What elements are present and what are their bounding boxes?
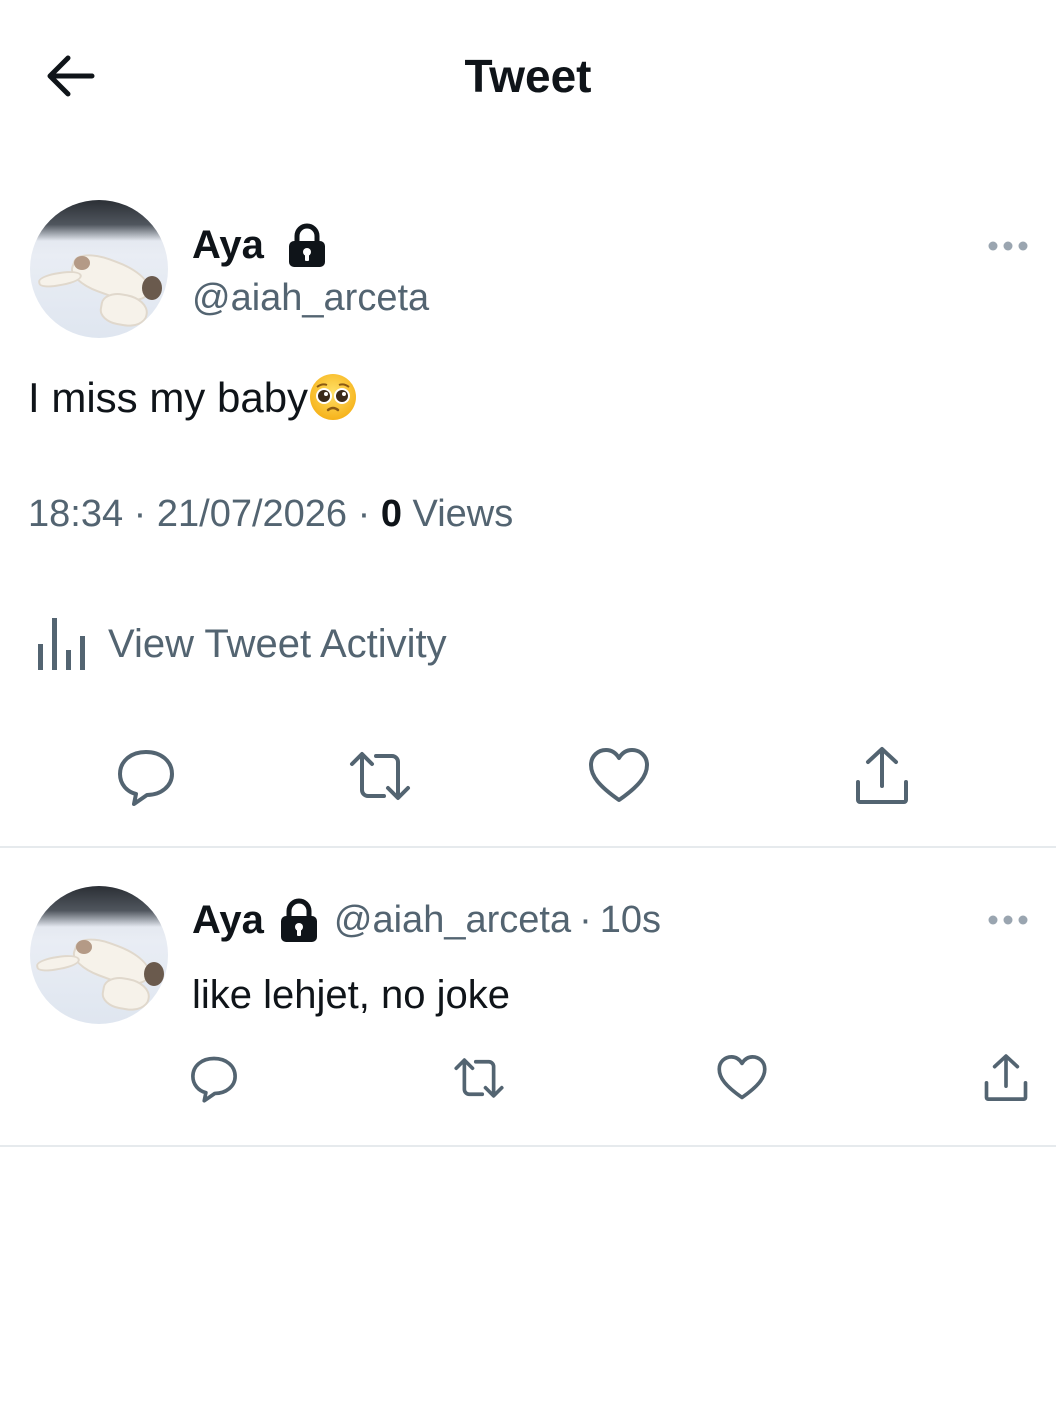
activity-label: View Tweet Activity — [108, 621, 447, 666]
tweet-time-ago[interactable]: 10s — [600, 899, 661, 942]
avatar[interactable] — [30, 200, 168, 338]
pleading-face-emoji — [308, 372, 358, 422]
analytics-bar-icon — [36, 616, 88, 672]
more-options-icon[interactable] — [986, 232, 1030, 260]
author-handle[interactable]: @aiah_arceta — [192, 276, 429, 320]
avatar[interactable] — [30, 886, 168, 1024]
tweet-meta: 18:34 · 21/07/2026 · 0 Views — [28, 490, 513, 538]
lock-icon — [286, 222, 328, 268]
like-heart-icon[interactable] — [587, 744, 651, 808]
views-label: Views — [412, 493, 514, 535]
reply-icon[interactable] — [114, 744, 178, 808]
meta-separator: · — [133, 493, 147, 535]
tweet-date: 21/07/2026 — [156, 493, 348, 535]
share-icon[interactable] — [850, 744, 914, 808]
tweet-time: 18:34 — [28, 493, 124, 535]
meta-separator: · — [357, 493, 371, 535]
tweet-text: like lehjet, no joke — [192, 973, 510, 1017]
reply-header: Aya @aiah_arceta · 10s — [192, 896, 661, 944]
view-tweet-activity-link[interactable]: View Tweet Activity — [36, 614, 447, 674]
reply-icon[interactable] — [188, 1052, 240, 1104]
header-separator: · — [579, 898, 592, 941]
views-count: 0 — [380, 493, 402, 535]
lock-icon — [278, 897, 320, 943]
divider — [0, 846, 1056, 848]
page-title: Tweet — [464, 50, 592, 102]
more-options-icon[interactable] — [986, 906, 1030, 934]
retweet-icon[interactable] — [348, 744, 412, 808]
tweet-text-content: I miss my baby — [28, 374, 309, 421]
tweet-text: I miss my baby — [28, 372, 358, 424]
author-handle[interactable]: @aiah_arceta — [334, 899, 571, 942]
share-icon[interactable] — [980, 1052, 1032, 1104]
author-name[interactable]: Aya — [192, 898, 264, 943]
retweet-icon[interactable] — [453, 1052, 505, 1104]
divider — [0, 1145, 1056, 1147]
author-name[interactable]: Aya — [192, 222, 264, 268]
like-heart-icon[interactable] — [716, 1052, 768, 1104]
